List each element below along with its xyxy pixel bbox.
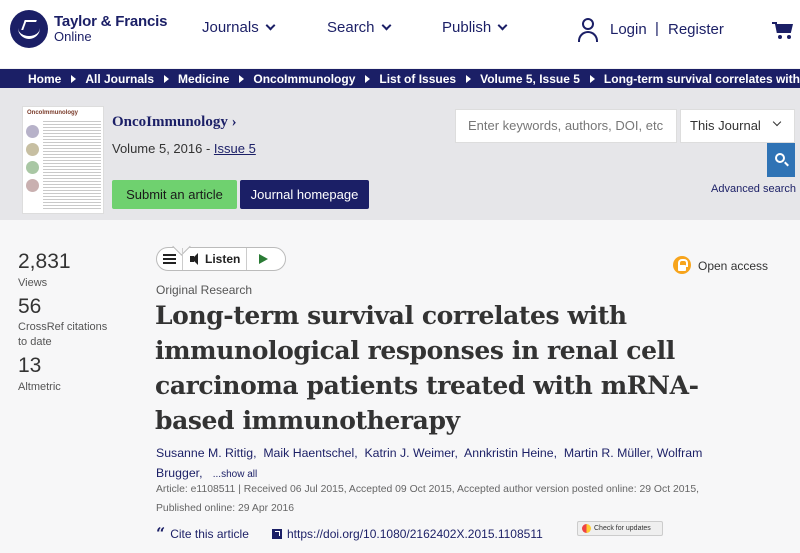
- breadcrumb-arrow-icon: [466, 75, 472, 83]
- brand-name: Taylor & Francis: [54, 13, 168, 30]
- quote-icon: “: [156, 524, 166, 543]
- chevron-down-icon: [265, 20, 276, 31]
- author-list: Susanne M. Rittig, Maik Haentschel, Katr…: [156, 446, 703, 480]
- journal-homepage-button[interactable]: Journal homepage: [240, 180, 369, 209]
- metric-views-count: 2,831: [18, 250, 71, 273]
- chevron-down-icon: [497, 20, 508, 31]
- breadcrumb-volume[interactable]: Volume 5, Issue 5: [480, 72, 580, 86]
- listen-button[interactable]: Listen: [205, 248, 247, 270]
- issue-link[interactable]: Issue 5: [214, 141, 256, 156]
- brand-subtitle: Online: [54, 29, 92, 44]
- author-link[interactable]: Martin R. Müller: [564, 446, 650, 460]
- breadcrumb-all-journals[interactable]: All Journals: [85, 72, 154, 86]
- breadcrumb-issues[interactable]: List of Issues: [379, 72, 456, 86]
- speaker-icon: [189, 248, 205, 270]
- author-link[interactable]: Susanne M. Rittig: [156, 446, 253, 460]
- metric-crossref-count[interactable]: 56: [18, 295, 41, 319]
- breadcrumb-arrow-icon: [239, 75, 245, 83]
- author-link[interactable]: Annkristin Heine: [464, 446, 554, 460]
- breadcrumb-home[interactable]: Home: [28, 72, 61, 86]
- open-access-label: Open access: [698, 259, 769, 273]
- breadcrumb-medicine[interactable]: Medicine: [178, 72, 229, 86]
- metric-altmetric-count[interactable]: 13: [18, 354, 41, 378]
- breadcrumb-current: Long-term survival correlates with i: [603, 72, 800, 86]
- breadcrumb: Home All Journals Medicine OncoImmunolog…: [0, 68, 800, 88]
- advanced-search-link[interactable]: Advanced search: [711, 183, 796, 195]
- breadcrumb-arrow-icon: [71, 75, 77, 83]
- breadcrumb-journal[interactable]: OncoImmunology: [253, 72, 355, 86]
- chevron-down-icon: [772, 117, 782, 127]
- show-all-authors-link[interactable]: ...show all: [213, 469, 257, 480]
- brand-lamp-icon: [10, 10, 48, 48]
- author-link[interactable]: Katrin J. Weimer: [364, 446, 454, 460]
- breadcrumb-arrow-icon: [589, 75, 595, 83]
- brand-logo[interactable]: Taylor & Francis Online: [10, 10, 167, 48]
- user-icon[interactable]: [578, 18, 598, 42]
- search-input[interactable]: Enter keywords, authors, DOI, etc: [455, 109, 677, 143]
- login-separator: |: [655, 20, 659, 37]
- crossmark-icon: [582, 524, 591, 533]
- listen-player: Listen: [156, 247, 286, 271]
- breadcrumb-arrow-icon: [164, 75, 170, 83]
- site-header: Taylor & Francis Online Journals Search …: [0, 0, 800, 68]
- chevron-down-icon: [381, 20, 391, 31]
- nav-journals[interactable]: Journals: [202, 19, 276, 36]
- metric-views-label: Views: [18, 277, 48, 289]
- breadcrumb-arrow-icon: [365, 75, 371, 83]
- play-icon[interactable]: [259, 254, 268, 264]
- open-access-icon: [673, 256, 691, 274]
- cart-icon[interactable]: [772, 22, 794, 40]
- external-link-icon: [272, 529, 282, 539]
- menu-icon[interactable]: [157, 248, 183, 270]
- search-button[interactable]: [767, 143, 795, 177]
- register-link[interactable]: Register: [668, 21, 724, 38]
- search-scope-select[interactable]: This Journal: [680, 109, 795, 143]
- article-title: Long-term survival correlates with immun…: [155, 301, 699, 435]
- article-type: Original Research: [156, 283, 253, 297]
- journal-cover-image[interactable]: OncoImmunology: [22, 106, 104, 214]
- cover-title: OncoImmunology: [27, 110, 78, 116]
- doi-link[interactable]: https://doi.org/10.1080/2162402X.2015.11…: [272, 527, 543, 541]
- metric-crossref-label[interactable]: CrossRef citations to date: [18, 320, 118, 350]
- cite-article-link[interactable]: “ Cite this article: [156, 524, 249, 543]
- submit-article-button[interactable]: Submit an article: [112, 180, 237, 209]
- metric-altmetric-label[interactable]: Altmetric: [18, 380, 61, 395]
- author-link[interactable]: Maik Haentschel: [263, 446, 354, 460]
- nav-search[interactable]: Search: [327, 19, 391, 36]
- journal-title-link[interactable]: OncoImmunology ›: [112, 114, 237, 131]
- nav-publish[interactable]: Publish: [442, 19, 508, 36]
- login-link[interactable]: Login: [610, 21, 647, 38]
- check-for-updates-button[interactable]: Check for updates: [577, 521, 663, 536]
- article-dates: Article: e1108511 | Received 06 Jul 2015…: [156, 484, 699, 514]
- volume-info: Volume 5, 2016 - Issue 5: [112, 141, 256, 156]
